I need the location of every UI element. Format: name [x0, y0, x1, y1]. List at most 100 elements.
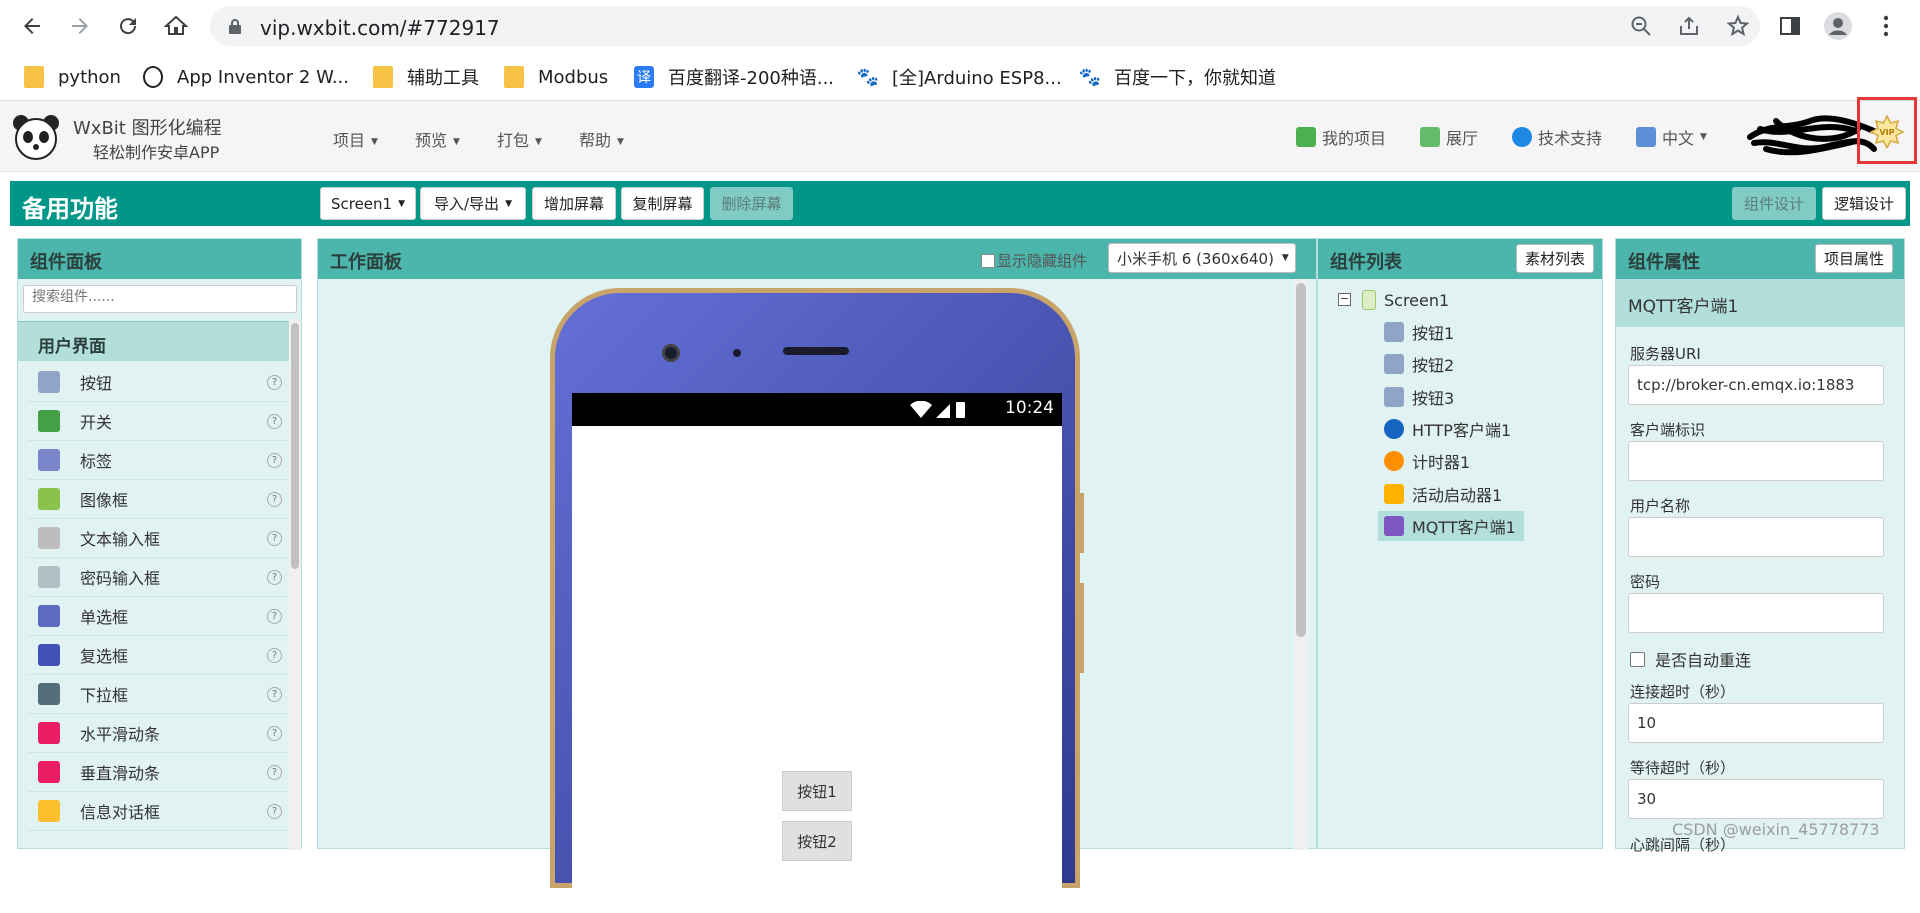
nav-language[interactable]: 中文 ▼: [1636, 125, 1707, 149]
viewer-title: 工作面板: [330, 252, 402, 273]
nav-gallery[interactable]: 展厅: [1420, 125, 1478, 149]
palette-item[interactable]: 图像框?: [28, 480, 290, 519]
palette-item[interactable]: 单选框?: [28, 597, 290, 636]
palette-item-label: 下拉框: [80, 686, 129, 705]
palette-item[interactable]: 信息对话框?: [28, 792, 290, 831]
help-icon[interactable]: ?: [267, 648, 282, 663]
palette-category-ui[interactable]: 用户界面: [18, 321, 290, 361]
bookmark-star-icon[interactable]: [1726, 14, 1750, 38]
vip-badge-icon: VIP: [1870, 114, 1904, 148]
palette-item[interactable]: 文本输入框?: [28, 519, 290, 558]
tree-item[interactable]: 活动启动器1: [1378, 479, 1502, 509]
copy-screen-button[interactable]: 复制屏幕: [621, 187, 704, 220]
help-icon[interactable]: ?: [267, 804, 282, 819]
logic-design-button[interactable]: 逻辑设计: [1822, 187, 1906, 220]
menu-label: 项目: [333, 131, 366, 150]
checkbox-box[interactable]: [1630, 651, 1645, 667]
username-label: 用户名称: [1630, 497, 1691, 515]
help-icon[interactable]: ?: [267, 453, 282, 468]
phone-button-2[interactable]: 按钮2: [782, 821, 852, 861]
palette-item[interactable]: 复选框?: [28, 636, 290, 675]
tree-item[interactable]: 按钮3: [1378, 382, 1454, 412]
help-icon[interactable]: ?: [267, 492, 282, 507]
tree-item[interactable]: MQTT客户端1: [1378, 510, 1524, 541]
bookmark-arduino[interactable]: 🐾 [全]Arduino ESP8...: [857, 64, 1062, 90]
bookmark-modbus[interactable]: Modbus: [504, 64, 608, 90]
help-icon[interactable]: ?: [267, 414, 282, 429]
palette-item[interactable]: 下拉框?: [28, 675, 290, 714]
tree-item[interactable]: 计时器1: [1378, 446, 1470, 476]
bookmark-tools[interactable]: 辅助工具: [373, 64, 479, 90]
help-icon[interactable]: ?: [267, 531, 282, 546]
reload-icon[interactable]: [110, 8, 146, 44]
tree-item-screen1[interactable]: Screen1: [1362, 285, 1449, 315]
help-icon[interactable]: ?: [267, 609, 282, 624]
url-text: vip.wxbit.com/#772917: [260, 16, 500, 40]
palette-item[interactable]: 按钮?: [28, 363, 290, 402]
help-icon[interactable]: ?: [267, 570, 282, 585]
menu-project[interactable]: 项目 ▼: [333, 127, 378, 151]
connect-timeout-input[interactable]: 10: [1628, 703, 1884, 743]
grid-icon: [1420, 127, 1440, 147]
tree-item[interactable]: 按钮1: [1378, 317, 1454, 347]
server-uri-input[interactable]: tcp://broker-cn.emqx.io:1883: [1628, 365, 1884, 405]
delete-screen-button[interactable]: 删除屏幕: [710, 187, 793, 220]
panda-logo-icon: [12, 114, 60, 160]
globe-icon: [1384, 418, 1404, 439]
palette-item[interactable]: 水平滑动条?: [28, 714, 290, 753]
viewer-scroll-thumb[interactable]: [1296, 283, 1306, 637]
help-icon[interactable]: ?: [267, 765, 282, 780]
nav-support[interactable]: 技术支持: [1512, 125, 1602, 149]
app-header: WxBit 图形化编程 轻松制作安卓APP 项目 ▼ 预览 ▼ 打包 ▼ 帮助 ▼ 我的…: [0, 97, 1920, 172]
help-icon[interactable]: ?: [267, 375, 282, 390]
show-hidden-checkbox[interactable]: 显示隐藏组件: [981, 250, 1087, 271]
tree-item[interactable]: HTTP客户端1: [1378, 414, 1511, 444]
palette-scroll-thumb[interactable]: [291, 323, 299, 569]
auto-reconnect-checkbox[interactable]: 是否自动重连: [1630, 647, 1751, 671]
help-icon[interactable]: ?: [267, 687, 282, 702]
nav-my-projects[interactable]: 我的项目: [1296, 125, 1386, 149]
menu-help[interactable]: 帮助 ▼: [579, 127, 624, 151]
vip-highlight-box[interactable]: VIP: [1857, 97, 1917, 164]
device-select[interactable]: 小米手机 6 (360x640) ▼: [1108, 243, 1296, 273]
side-panel-icon[interactable]: [1772, 8, 1808, 44]
component-search-input[interactable]: 搜索组件......: [23, 285, 297, 313]
add-screen-button[interactable]: 增加屏幕: [532, 187, 616, 220]
bookmark-baidu-translate[interactable]: 译 百度翻译-200种语...: [634, 64, 834, 90]
component-name-label: MQTT客户端1: [1628, 297, 1739, 317]
help-icon[interactable]: ?: [267, 726, 282, 741]
client-id-input[interactable]: [1628, 441, 1884, 481]
password-input[interactable]: [1628, 593, 1884, 633]
component-design-button[interactable]: 组件设计: [1732, 187, 1816, 220]
checkbox-box[interactable]: [981, 253, 995, 268]
assets-list-button[interactable]: 素材列表: [1516, 244, 1595, 273]
screen-select[interactable]: Screen1 ▼: [320, 187, 416, 220]
palette-item[interactable]: 垂直滑动条?: [28, 753, 290, 792]
bookmark-python[interactable]: python: [24, 64, 121, 90]
profile-avatar-icon[interactable]: [1820, 8, 1856, 44]
palette-item[interactable]: 标签?: [28, 441, 290, 480]
zoom-icon[interactable]: [1630, 15, 1652, 37]
forward-icon[interactable]: [62, 8, 98, 44]
menu-preview[interactable]: 预览 ▼: [415, 127, 460, 151]
import-export-button[interactable]: 导入/导出 ▼: [420, 187, 526, 220]
menu-package[interactable]: 打包 ▼: [497, 127, 542, 151]
palette-item[interactable]: 密码输入框?: [28, 558, 290, 597]
share-icon[interactable]: [1678, 15, 1700, 37]
back-icon[interactable]: [14, 8, 50, 44]
phone-button-1[interactable]: 按钮1: [782, 771, 852, 811]
collapse-toggle-icon[interactable]: −: [1338, 293, 1351, 306]
wait-timeout-input[interactable]: 30: [1628, 779, 1884, 819]
palette-title: 组件面板: [30, 252, 102, 273]
palette-item[interactable]: 开关?: [28, 402, 290, 441]
phone-screen[interactable]: 10:24 按钮1 按钮2: [572, 393, 1062, 913]
bookmark-baidu[interactable]: 🐾 百度一下，你就知道: [1079, 64, 1276, 90]
more-menu-icon[interactable]: [1868, 8, 1904, 44]
tree-item[interactable]: 按钮2: [1378, 349, 1454, 379]
tree-item-label: MQTT客户端1: [1412, 517, 1516, 537]
project-properties-button[interactable]: 项目属性: [1815, 244, 1894, 273]
home-icon[interactable]: [158, 8, 194, 44]
username-input[interactable]: [1628, 517, 1884, 557]
address-bar[interactable]: vip.wxbit.com/#772917: [210, 6, 1760, 46]
bookmark-app-inventor[interactable]: App Inventor 2 W...: [143, 64, 349, 90]
